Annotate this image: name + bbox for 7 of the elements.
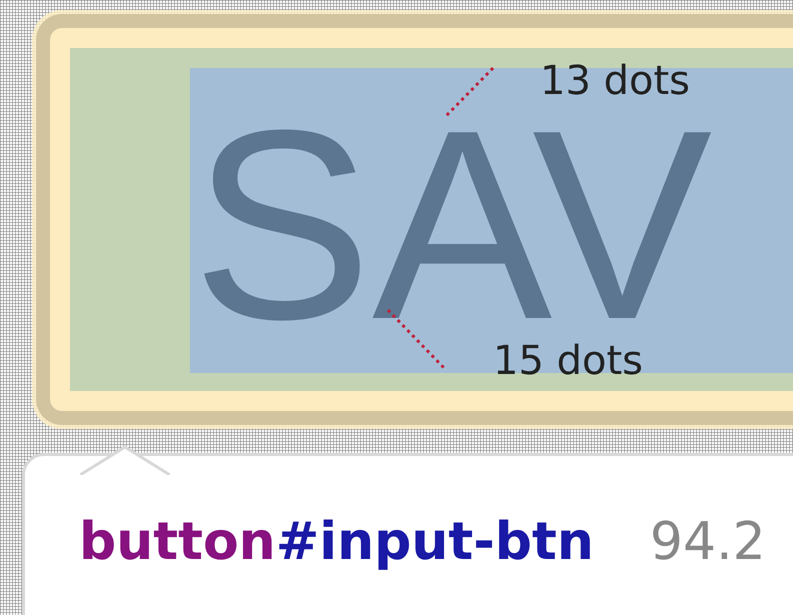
element-id: #input-btn [276, 512, 594, 572]
button-text: SAV [192, 126, 712, 326]
tag-name: button [79, 512, 276, 572]
measurement-label: 15 dots [493, 338, 643, 384]
leader-line [444, 66, 494, 118]
element-size: 94.2 [650, 512, 766, 572]
measurement-label: 13 dots [540, 58, 690, 104]
